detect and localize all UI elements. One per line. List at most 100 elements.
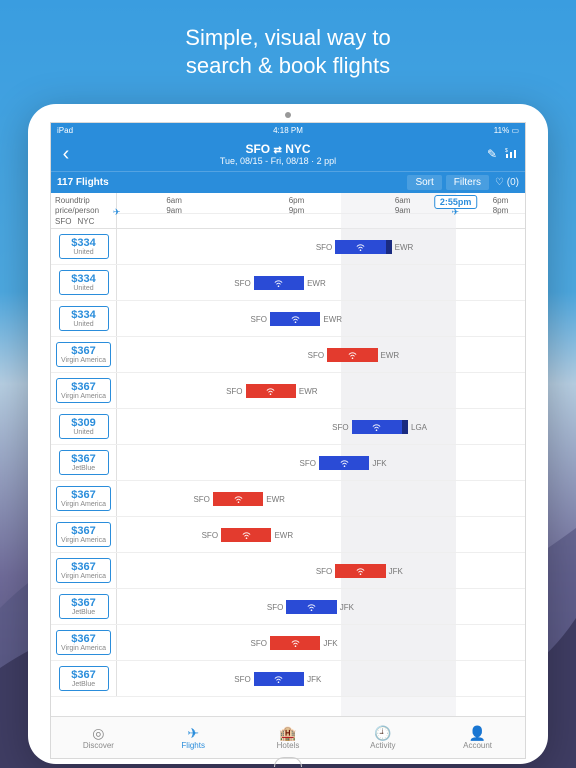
edit-icon[interactable]: ✎ <box>487 147 497 162</box>
flight-bar[interactable]: SFOEWR <box>248 312 346 326</box>
flight-row[interactable]: $367Virgin America SFO JFK <box>51 553 525 589</box>
price-cell[interactable]: $367Virgin America <box>51 553 117 588</box>
dest-code: JFK <box>389 567 403 576</box>
price-cell[interactable]: $367JetBlue <box>51 661 117 696</box>
flight-row[interactable]: $334United SFOEWR <box>51 265 525 301</box>
flight-row[interactable]: $367JetBlue SFOJFK <box>51 445 525 481</box>
tab-discover[interactable]: ◎Discover <box>51 717 146 758</box>
dest-code: JFK <box>340 603 354 612</box>
price-cell[interactable]: $367Virgin America <box>51 517 117 552</box>
airline-name: United <box>64 249 104 256</box>
timeline-cell[interactable]: SFO JFK <box>117 553 525 588</box>
flight-bar[interactable]: SFOEWR <box>231 276 329 290</box>
flight-row[interactable]: $367Virgin America SFOEWR <box>51 517 525 553</box>
flights-icon: ✈ <box>187 726 199 740</box>
flight-bar[interactable]: SFOEWR <box>313 240 417 254</box>
airline-name: Virgin America <box>61 501 106 508</box>
price-cell[interactable]: $367Virgin America <box>51 337 117 372</box>
timeline-header: Roundtrip price/person SFO NYC 6am9am6pm… <box>51 193 525 229</box>
price-value: $334 <box>64 309 104 321</box>
timeline-cell[interactable]: SFOEWR <box>117 373 525 408</box>
flight-bar[interactable]: SFOJFK <box>231 672 324 686</box>
route-title[interactable]: SFO ⇄ NYC Tue, 08/15 - Fri, 08/18 · 2 pp… <box>81 142 475 166</box>
flight-row[interactable]: $367Virgin America SFOEWR <box>51 337 525 373</box>
flight-segment <box>270 636 320 650</box>
price-value: $367 <box>61 489 106 501</box>
price-value: $367 <box>61 345 106 357</box>
airline-name: JetBlue <box>64 465 104 472</box>
timeline-cell[interactable]: SFOJFK <box>117 661 525 696</box>
airline-name: Virgin America <box>61 357 106 364</box>
dest-code: EWR <box>274 531 293 540</box>
flight-row[interactable]: $367Virgin America SFOJFK <box>51 625 525 661</box>
price-cell[interactable]: $367Virgin America <box>51 373 117 408</box>
flight-bar[interactable]: SFOEWR <box>305 348 403 362</box>
wifi-icon <box>291 639 300 648</box>
price-cell[interactable]: $334United <box>51 229 117 264</box>
flight-bar[interactable]: SFOJFK <box>264 600 357 614</box>
price-cell[interactable]: $367JetBlue <box>51 589 117 624</box>
flight-row[interactable]: $367Virgin America SFOEWR <box>51 481 525 517</box>
timeline-cell[interactable]: SFOJFK <box>117 445 525 480</box>
origin-code: SFO <box>316 567 332 576</box>
timeline-cell[interactable]: SFOEWR <box>117 229 525 264</box>
airline-name: Virgin America <box>61 393 106 400</box>
now-indicator[interactable]: 2:55pm <box>434 195 478 209</box>
swap-icon: ⇄ <box>273 145 281 156</box>
flight-row[interactable]: $367Virgin America SFOEWR <box>51 373 525 409</box>
timeline-cell[interactable]: SFOLGA <box>117 409 525 444</box>
wifi-icon <box>242 531 251 540</box>
tab-activity[interactable]: 🕘Activity <box>335 717 430 758</box>
price-cell[interactable]: $334United <box>51 265 117 300</box>
price-cell[interactable]: $367Virgin America <box>51 481 117 516</box>
wifi-icon <box>274 279 283 288</box>
timeline-cell[interactable]: SFOEWR <box>117 301 525 336</box>
flight-row[interactable]: $334United SFOEWR <box>51 301 525 337</box>
flight-row[interactable]: $367JetBlue SFOJFK <box>51 661 525 697</box>
sort-button[interactable]: Sort <box>407 175 441 190</box>
tab-hotels[interactable]: 🏨Hotels <box>241 717 336 758</box>
favorites-button[interactable]: ♡ (0) <box>495 177 519 188</box>
tab-flights[interactable]: ✈Flights <box>146 717 241 758</box>
wifi-icon <box>234 495 243 504</box>
price-value: $309 <box>64 417 104 429</box>
timeline-cell[interactable]: SFOEWR <box>117 337 525 372</box>
airline-name: Virgin America <box>61 537 106 544</box>
timeline-cell[interactable]: SFOEWR <box>117 517 525 552</box>
price-cell[interactable]: $309United <box>51 409 117 444</box>
price-graph-icon[interactable]: $ <box>505 147 517 162</box>
back-button[interactable]: ‹ <box>51 143 81 166</box>
flight-segment <box>254 276 304 290</box>
price-cell[interactable]: $334United <box>51 301 117 336</box>
timeline-cell[interactable]: SFOJFK <box>117 589 525 624</box>
tab-bar: ◎Discover✈Flights🏨Hotels🕘Activity👤Accoun… <box>51 716 525 758</box>
flight-bar[interactable]: SFOJFK <box>297 456 390 470</box>
tab-account[interactable]: 👤Account <box>430 717 525 758</box>
tab-label: Flights <box>181 741 205 750</box>
wifi-icon <box>356 567 365 576</box>
timeline-cell[interactable]: SFOJFK <box>117 625 525 660</box>
flight-bar[interactable]: SFOEWR <box>190 492 288 506</box>
flight-bar[interactable]: SFO JFK <box>313 564 406 578</box>
filters-button[interactable]: Filters <box>446 175 489 190</box>
flight-bar[interactable]: SFOEWR <box>199 528 297 542</box>
dest-code: JFK <box>323 639 337 648</box>
timeline-scale[interactable]: 6am9am6pm9pm6am9am6pm8pm✈✈2:55pm <box>117 193 525 228</box>
price-cell[interactable]: $367JetBlue <box>51 445 117 480</box>
flight-row[interactable]: $334United SFOEWR <box>51 229 525 265</box>
origin-code: SFO <box>300 459 316 468</box>
price-cell[interactable]: $367Virgin America <box>51 625 117 660</box>
origin-code: SFO <box>193 495 209 504</box>
tab-label: Activity <box>370 741 395 750</box>
flight-bar[interactable]: SFOLGA <box>329 420 430 434</box>
flight-row[interactable]: $367JetBlue SFOJFK <box>51 589 525 625</box>
dest-code: EWR <box>381 351 400 360</box>
flight-bar[interactable]: SFOJFK <box>248 636 341 650</box>
flight-bar[interactable]: SFOEWR <box>223 384 321 398</box>
flight-row[interactable]: $309United SFOLGA <box>51 409 525 445</box>
timeline-cell[interactable]: SFOEWR <box>117 481 525 516</box>
timeline-cell[interactable]: SFOEWR <box>117 265 525 300</box>
flight-rows: $334UnitedSFOEWR$334UnitedSFOEWR$334Unit… <box>51 229 525 697</box>
home-button[interactable] <box>274 757 302 767</box>
time-tick: 6am9am <box>395 196 411 215</box>
